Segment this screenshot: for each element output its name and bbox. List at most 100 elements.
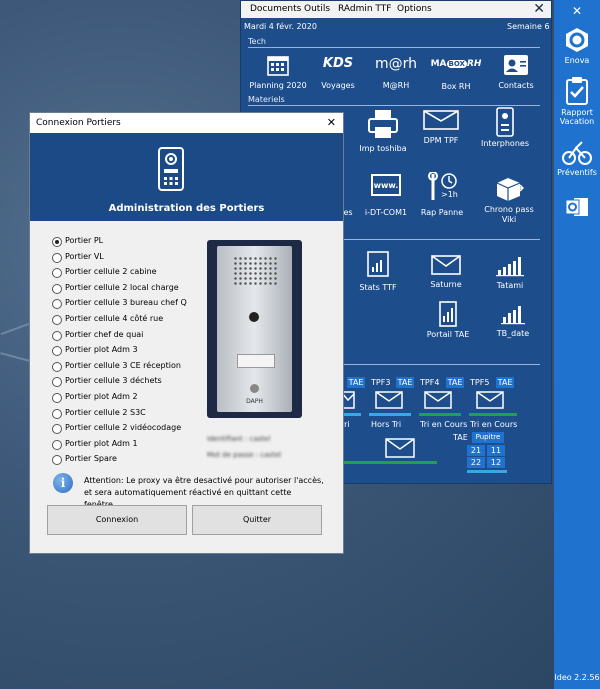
radio-label: Portier cellule 3 bureau chef Q (65, 298, 187, 308)
tile-marh[interactable]: m@rh M@RH (369, 56, 423, 90)
radio-button[interactable] (52, 439, 62, 450)
tile-chrono-pass[interactable]: Chrono pass Viki (481, 176, 537, 225)
radio-button[interactable] (52, 237, 62, 247)
tile-tatami[interactable]: Tatami (485, 255, 535, 290)
tile-planning[interactable]: Planning 2020 (247, 53, 309, 90)
dialog-header: Administration des Portiers (30, 133, 343, 221)
marh-logo: m@rh (374, 56, 418, 72)
tile-saturne[interactable]: Saturne (421, 255, 471, 289)
status-badge: TAE (446, 377, 464, 388)
quitter-button[interactable]: Quitter (192, 505, 322, 535)
tile-label: Imp toshiba (359, 144, 407, 153)
tile-contacts[interactable]: Contacts (491, 53, 541, 90)
radio-button[interactable] (52, 361, 62, 372)
logo-text: BOX (446, 60, 467, 68)
tpf-status: Tri en Cours (420, 420, 468, 429)
desktop-decoration (0, 322, 30, 336)
envelope-icon[interactable] (476, 391, 504, 409)
printer-icon (368, 110, 398, 138)
brand-label: DAPH (246, 398, 263, 405)
status-bar (341, 413, 361, 416)
enova-icon (566, 28, 588, 52)
radio-label: Portier cellule 2 cabine (65, 267, 157, 277)
tile-boxrh[interactable]: MA BOX RH Box RH (427, 59, 485, 91)
envelope-icon[interactable] (385, 438, 415, 458)
radio-label: Portier plot Adm 3 (65, 345, 138, 355)
radio-button[interactable] (52, 330, 62, 341)
logo-text: MA (430, 59, 447, 69)
envelope-icon[interactable] (424, 391, 452, 409)
radio-button[interactable] (52, 268, 62, 279)
menu-options[interactable]: Options (397, 4, 432, 14)
radio-button[interactable] (52, 455, 62, 466)
tile-interphones[interactable]: Interphones (477, 107, 533, 148)
calendar-icon (267, 56, 289, 76)
tpf-label: TPF5 (470, 378, 490, 387)
kds-logo: KDS (322, 56, 354, 71)
tile-label: Stats TTF (359, 283, 397, 292)
tile-dpm-tpf[interactable]: DPM TPF (415, 110, 467, 145)
radio-button[interactable] (52, 283, 62, 294)
separator (341, 239, 540, 240)
menu-outils[interactable]: Outils (304, 4, 330, 14)
tile-label: Planning 2020 (249, 81, 307, 90)
sidebar-item-label: Rapport Vacation (559, 108, 595, 126)
sidebar-item-rapport[interactable]: Rapport Vacation (554, 76, 600, 126)
connexion-button[interactable]: Connexion (47, 505, 187, 535)
tile-stats-ttf[interactable]: Stats TTF (353, 251, 403, 292)
sidebar-item-outlook[interactable] (554, 194, 600, 222)
separator (341, 364, 540, 365)
radio-label: Portier cellule 2 local charge (65, 282, 179, 292)
clipboard-check-icon (566, 77, 588, 105)
sidebar-item-preventifs[interactable]: Préventifs (554, 140, 600, 177)
menu-documents[interactable]: Documents (250, 4, 301, 14)
clock-text: >1h (441, 190, 458, 199)
tile-portail-tae[interactable]: Portail TAE (423, 301, 473, 339)
tile-idtcom1[interactable]: www. i-DT-COM1 (358, 174, 414, 217)
radio-button[interactable] (52, 252, 62, 263)
dialog-title: Connexion Portiers (36, 118, 121, 128)
radio-label: Portier chef de quai (65, 329, 144, 339)
radio-label: Portier VL (65, 251, 104, 261)
radio-button[interactable] (52, 424, 62, 435)
status-bar (419, 413, 461, 416)
status-bar (469, 413, 517, 416)
motdepasse-label: Mot de passe : castel (207, 451, 282, 459)
menu-radmin[interactable]: RAdmin TTF (338, 4, 391, 14)
tile-imp-toshiba[interactable]: Imp toshiba (353, 107, 413, 153)
desktop-decoration (0, 352, 30, 362)
radio-label: Portier Spare (65, 454, 117, 464)
tile-rap-panne[interactable]: >1h Rap Panne (417, 172, 467, 217)
status-bar (467, 470, 507, 473)
close-icon[interactable]: ✕ (533, 1, 545, 17)
tile-label: Box RH (441, 82, 471, 91)
tile-label: Portail TAE (426, 330, 470, 339)
radio-button[interactable] (52, 393, 62, 403)
tpf-status: Tri en Cours (470, 420, 518, 429)
radio-label: Portier cellule 3 déchets (65, 376, 162, 386)
sidebar-close-icon[interactable]: ✕ (554, 4, 600, 18)
close-icon[interactable]: ✕ (327, 116, 336, 129)
radio-label: Portier cellule 2 S3C (65, 407, 146, 417)
envelope-icon (423, 110, 459, 130)
tile-label: Rap Panne (420, 208, 464, 217)
tile-voyages[interactable]: KDS Voyages (309, 56, 367, 90)
tile-label: Saturne (430, 280, 462, 289)
tile-label: Tatami (496, 281, 524, 290)
report-chart-icon (439, 301, 457, 327)
envelope-icon[interactable] (375, 391, 403, 409)
radio-button[interactable] (52, 346, 62, 357)
tile-tb-date[interactable]: TB_date (489, 303, 537, 338)
radio-button[interactable] (52, 299, 62, 310)
menu-bar: Documents Outils RAdmin TTF Options ✕ (241, 1, 551, 18)
radio-button[interactable] (52, 377, 62, 388)
radio-button[interactable] (52, 315, 62, 325)
radio-button[interactable] (52, 408, 62, 419)
envelope-icon (431, 255, 461, 275)
radio-label: Portier PL (65, 236, 104, 245)
name-plate (237, 354, 275, 368)
tile-label: M@RH (382, 81, 410, 90)
tpf-label: TPF3 (371, 378, 391, 387)
sidebar-item-enova[interactable]: Enova (554, 26, 600, 65)
tile-label: Interphones (481, 139, 529, 148)
